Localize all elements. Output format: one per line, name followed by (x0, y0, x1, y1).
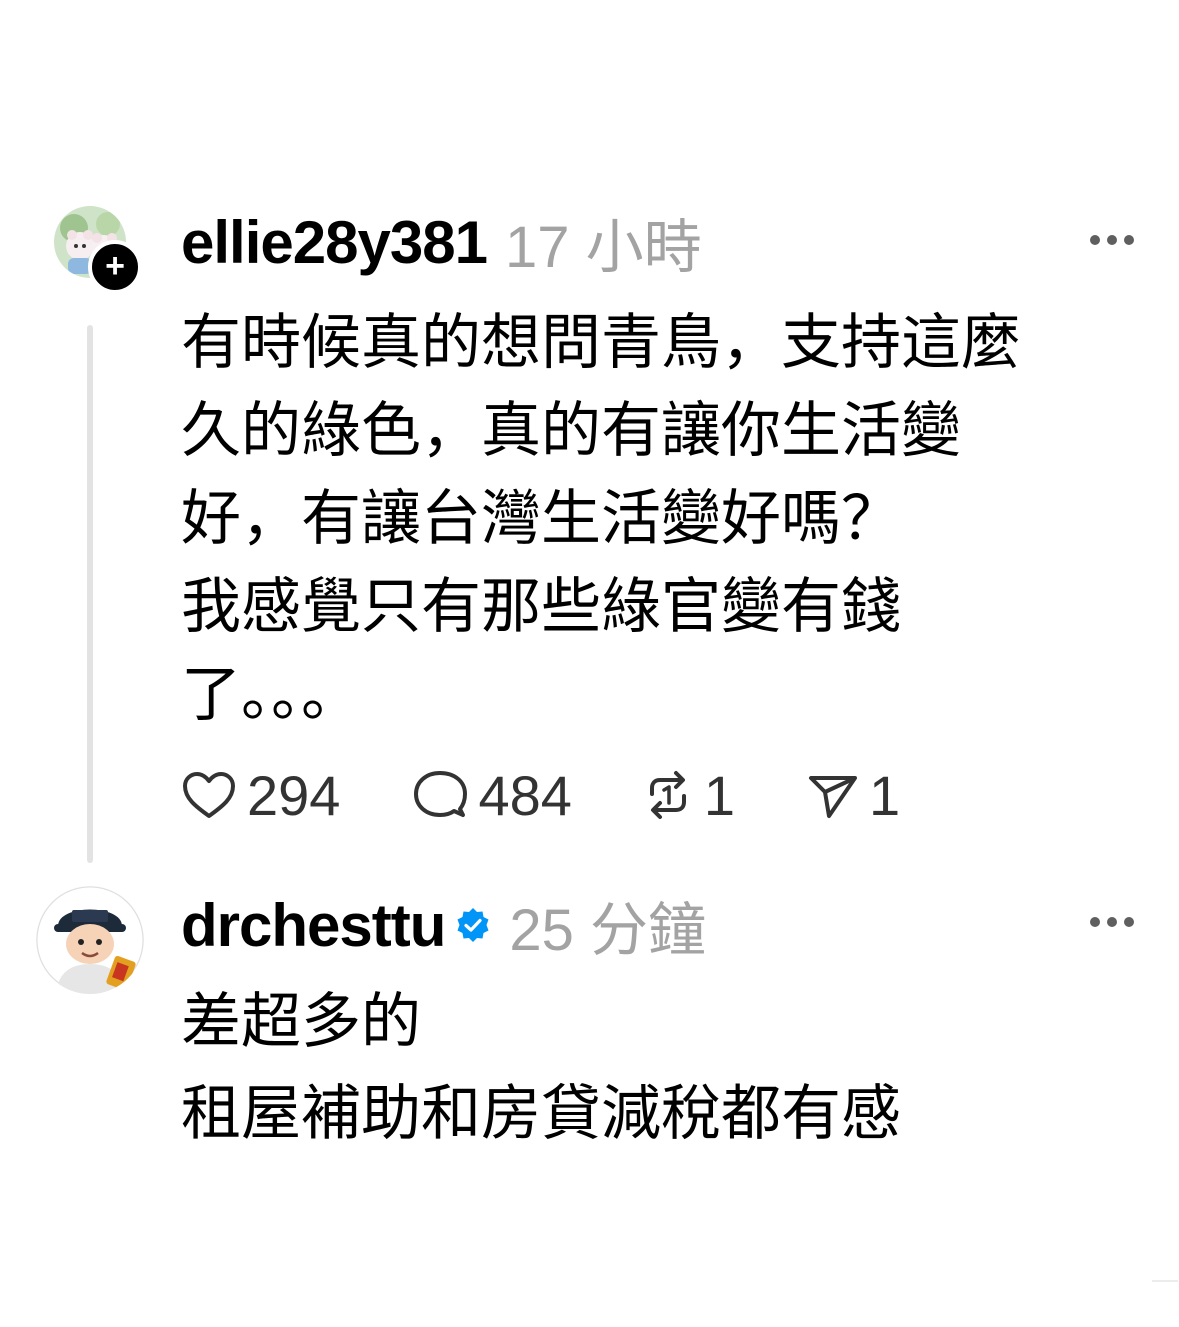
post-body-line: 租屋補助和房貸減稅都有感 (181, 1080, 901, 1147)
thread-line (87, 325, 93, 863)
avatar-drchesttu[interactable] (36, 886, 144, 994)
post-body-line: 久的綠色，真的有讓你生活變 (181, 397, 961, 464)
post-header: ellie28y381 17 小時 (181, 207, 702, 281)
heart-icon (183, 772, 235, 818)
post-body-line: 了。。。 (181, 661, 361, 728)
like-count: 294 (247, 763, 341, 827)
send-icon (809, 776, 858, 818)
share-count: 1 (869, 763, 901, 827)
post-actions: 294 484 1 1 (181, 763, 972, 828)
post-body-line: 有時候真的想問青鳥，支持這麼 (181, 309, 1021, 376)
more-options-icon[interactable] (1090, 912, 1134, 932)
comment-icon (414, 771, 468, 817)
avatar-image (36, 886, 144, 994)
timestamp: 25 分鐘 (509, 898, 707, 963)
post-header: drchesttu 25 分鐘 (181, 890, 706, 964)
reply-count: 484 (478, 763, 572, 827)
reply-button[interactable]: 484 (412, 763, 572, 828)
like-button[interactable]: 294 (181, 763, 340, 828)
verified-badge-icon (457, 908, 489, 942)
post-body: 差超多的 租屋補助和房貸減稅都有感 (181, 978, 1141, 1158)
repost-icon (649, 771, 686, 819)
username[interactable]: drchesttu (181, 891, 446, 960)
divider (1152, 1280, 1178, 1282)
repost-button[interactable]: 1 (642, 763, 735, 828)
follow-plus-icon[interactable]: + (88, 240, 142, 294)
post-body-line: 我感覺只有那些綠官變有錢 (181, 573, 901, 640)
timestamp: 17 小時 (504, 215, 702, 280)
post-body-line: 好，有讓台灣生活變好嗎？ (181, 485, 901, 552)
share-button[interactable]: 1 (807, 763, 900, 828)
more-options-icon[interactable] (1090, 230, 1134, 250)
post-body: 有時候真的想問青鳥，支持這麼 久的綠色，真的有讓你生活變 好，有讓台灣生活變好嗎… (181, 299, 1141, 739)
repost-count: 1 (703, 763, 736, 827)
post-body-line: 差超多的 (181, 988, 421, 1055)
username[interactable]: ellie28y381 (181, 208, 488, 277)
